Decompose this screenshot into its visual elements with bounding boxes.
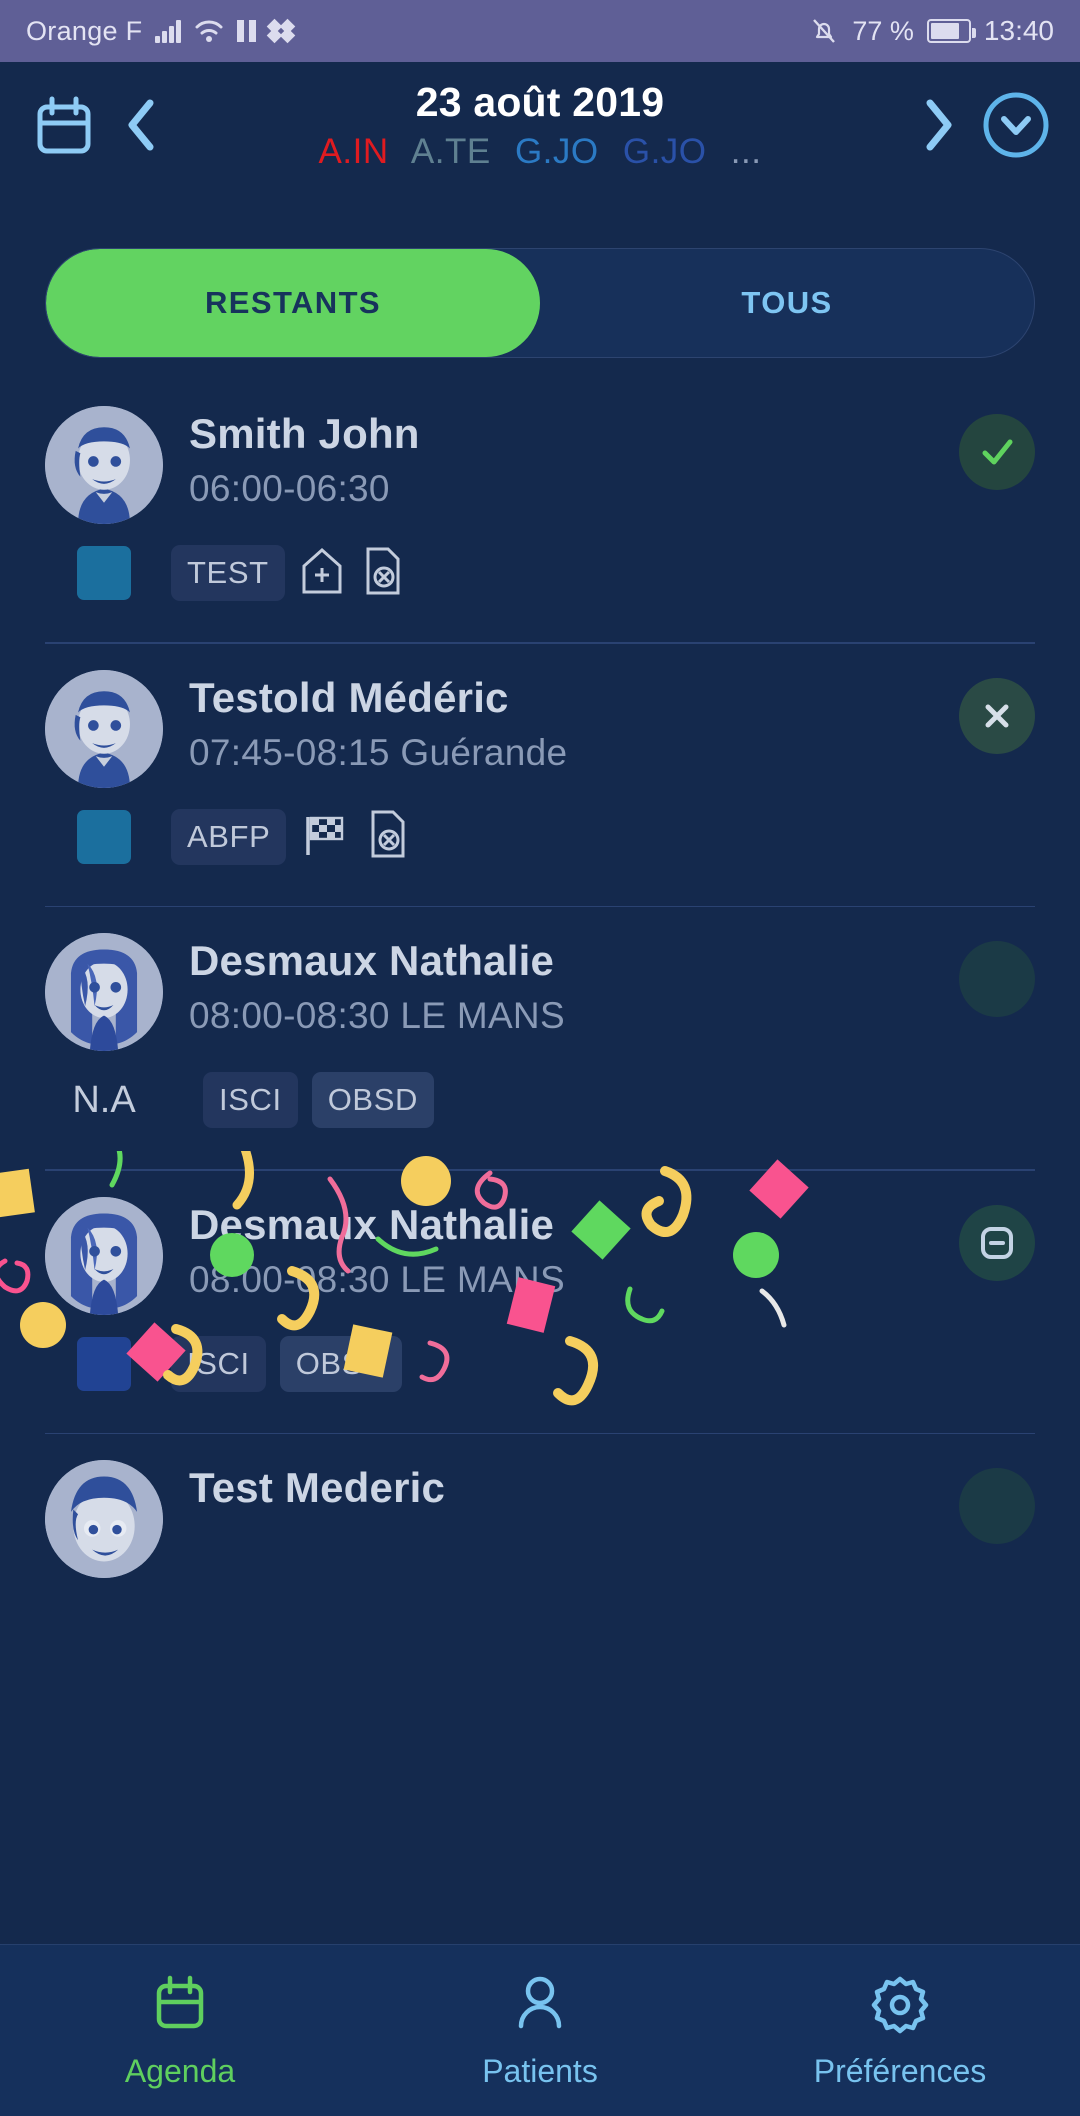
list-item[interactable]: Smith John 06:00-06:30 TEST	[0, 380, 1080, 644]
nav-item-patients[interactable]: Patients	[360, 1972, 720, 2090]
status-badge[interactable]	[959, 677, 1035, 754]
patient-name: Desmaux Nathalie	[189, 937, 555, 984]
appointment-meta: 06:00-06:30	[189, 468, 390, 509]
list-item[interactable]: Desmaux Nathalie 08:00-08:30 LE MANS N.A…	[0, 907, 1080, 1171]
app-screen: Orange F 77 % 13:40 23 août 2019 A.IN A.…	[0, 0, 1080, 2116]
nav-item-agenda[interactable]: Agenda	[0, 1972, 360, 2090]
tag-badge[interactable]: OBSD	[311, 1072, 434, 1128]
calendar-icon[interactable]	[26, 87, 102, 163]
appointment-meta: 08:00-08:30 LE MANS	[189, 995, 565, 1036]
calendar-icon	[149, 1972, 211, 2039]
check-icon	[982, 439, 1013, 465]
close-icon	[985, 704, 1009, 727]
bell-off-icon	[809, 16, 839, 46]
appointment-meta: 07:45-08:15 Guérande	[189, 731, 568, 773]
app-header: 23 août 2019 A.IN A.TE G.JO G.JO ...	[0, 62, 1080, 230]
status-badge[interactable]	[959, 414, 1035, 490]
page-title: 23 août 2019	[415, 78, 665, 125]
signal-icon	[155, 19, 182, 43]
carrier-label: Orange F	[26, 15, 143, 46]
patient-name: Smith John	[189, 410, 420, 457]
tab-restants[interactable]: RESTANTS	[46, 249, 540, 357]
appointment-meta: 08:00-08:30 LE MANS	[189, 1258, 565, 1300]
header-tag: G.JO	[622, 131, 707, 171]
patient-name: Testold Médéric	[189, 673, 509, 721]
color-chip	[77, 546, 131, 600]
document-cancel-icon[interactable]	[361, 546, 403, 601]
tag-badge[interactable]: ISCI	[203, 1072, 298, 1128]
header-tag-list: A.IN A.TE G.JO G.JO ...	[182, 132, 898, 172]
clock-label: 13:40	[983, 15, 1054, 46]
document-cancel-icon[interactable]	[366, 809, 408, 864]
appointment-list: Smith John 06:00-06:30 TEST Testold Médé…	[0, 380, 1080, 1602]
nav-item-preferences[interactable]: Préférences	[720, 1972, 1080, 2090]
minus-square-icon	[981, 1226, 1013, 1259]
filter-toggle: RESTANTS TOUS	[0, 230, 1080, 380]
no-color-label: N.A	[72, 1078, 136, 1121]
person-icon	[509, 1972, 571, 2039]
tag-badge[interactable]: ISCI	[171, 1335, 266, 1392]
prev-day-button[interactable]	[102, 93, 182, 157]
nav-label: Agenda	[124, 2052, 236, 2089]
status-badge[interactable]	[959, 1204, 1035, 1281]
gear-icon	[869, 1972, 931, 2039]
nav-label: Préférences	[813, 2052, 987, 2089]
header-tag-overflow: ...	[730, 131, 762, 171]
nav-label: Patients	[482, 2052, 598, 2089]
checkered-flag-icon[interactable]	[300, 809, 350, 864]
clinic-icon[interactable]	[299, 546, 345, 601]
patient-name: Test Mederic	[189, 1464, 446, 1511]
list-item[interactable]: Desmaux Nathalie 08:00-08:30 LE MANS ISC…	[0, 1150, 1080, 1434]
avatar	[45, 406, 163, 524]
list-item[interactable]: Testold Médéric 07:45-08:15 Guérande ABF…	[0, 644, 1080, 907]
avatar	[45, 1196, 163, 1315]
status-badge[interactable]	[959, 941, 1035, 1017]
bottom-navigation: Agenda Patients Préférences	[0, 1944, 1080, 2116]
header-tag: A.IN	[318, 131, 389, 171]
next-day-button[interactable]	[898, 93, 978, 157]
header-tag: A.TE	[410, 131, 491, 171]
tag-badge[interactable]: OBSD	[279, 1335, 402, 1392]
battery-icon	[926, 19, 976, 43]
color-chip	[77, 809, 131, 864]
wifi-icon	[194, 18, 224, 44]
tag-badge[interactable]: TEST	[171, 545, 285, 601]
avatar	[45, 1460, 163, 1578]
avatar	[45, 669, 163, 788]
avatar	[45, 933, 163, 1051]
header-tag: G.JO	[514, 131, 599, 171]
tab-tous[interactable]: TOUS	[540, 249, 1034, 357]
date-block[interactable]: 23 août 2019 A.IN A.TE G.JO G.JO ...	[182, 79, 898, 172]
battery-percent: 77 %	[852, 15, 914, 46]
status-badge[interactable]	[959, 1468, 1035, 1544]
patient-name: Desmaux Nathalie	[189, 1200, 555, 1248]
status-bar: Orange F 77 % 13:40	[0, 0, 1080, 62]
tag-badge[interactable]: ABFP	[171, 808, 287, 865]
dropbox-icon	[267, 18, 296, 44]
list-item[interactable]: Test Mederic	[0, 1434, 1080, 1602]
chevron-down-circle-icon[interactable]	[978, 87, 1054, 163]
pause-icon	[237, 20, 257, 42]
color-chip	[77, 1336, 131, 1391]
